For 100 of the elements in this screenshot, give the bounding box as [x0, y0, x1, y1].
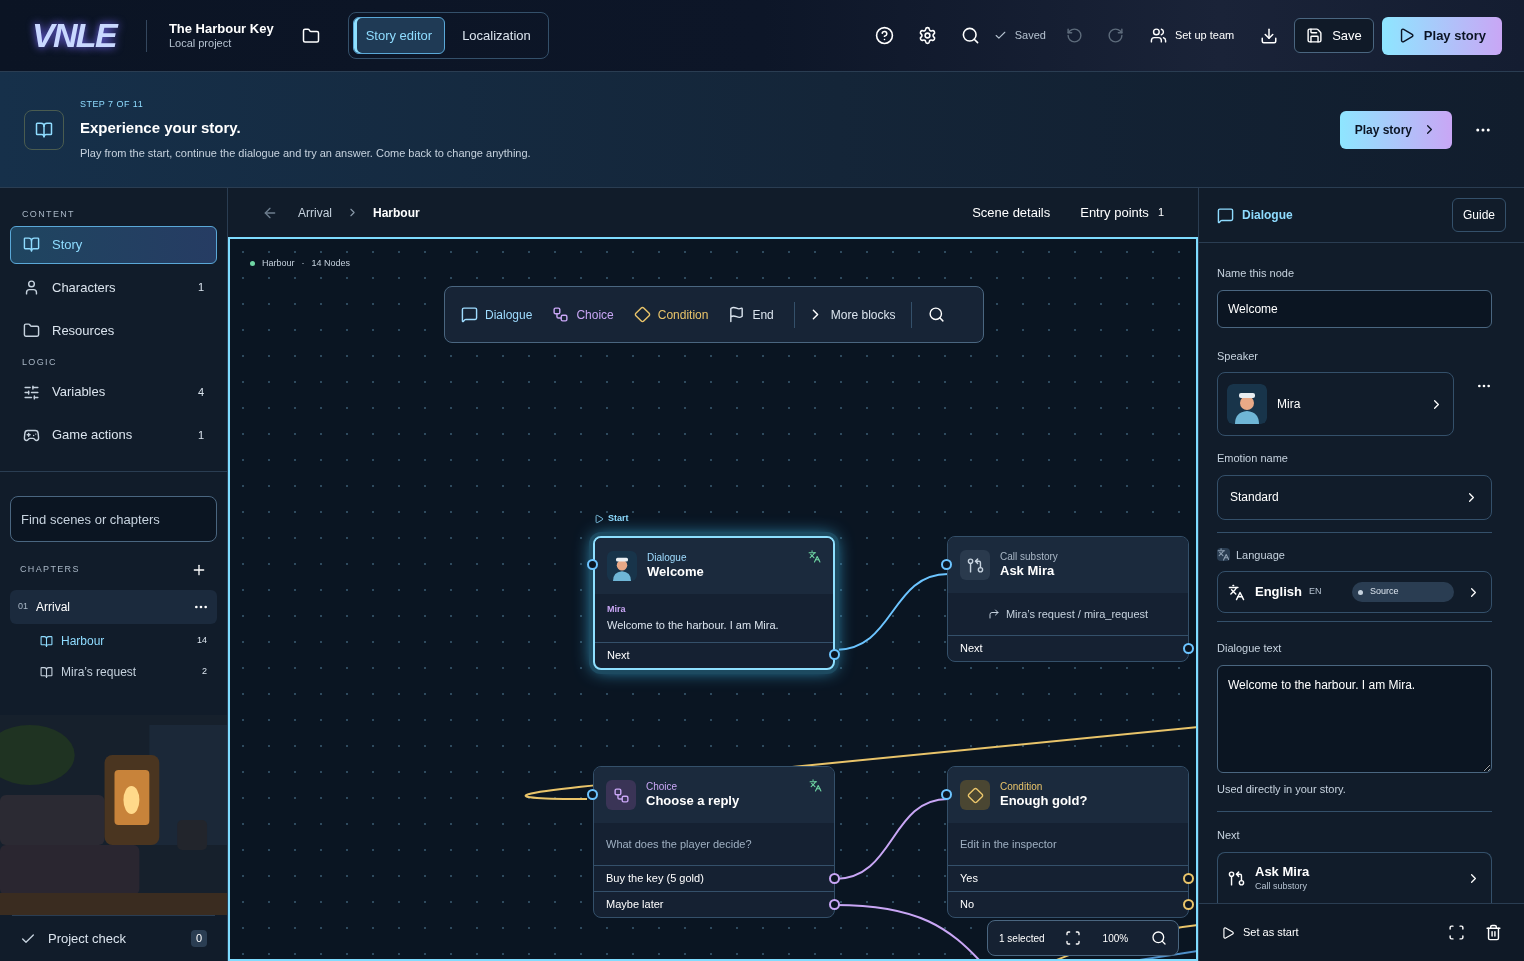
node-title: Ask Mira — [1000, 563, 1056, 580]
mode-tab[interactable]: Story editor — [352, 17, 446, 54]
node-title: Enough gold? — [1000, 793, 1088, 810]
speaker-select[interactable]: Mira — [1217, 372, 1454, 436]
field-label: Next — [1217, 828, 1241, 843]
node-output: Buy the key (5 gold) — [606, 871, 704, 887]
start-label: Start — [608, 512, 629, 525]
search-button[interactable] — [928, 306, 946, 323]
banner-text: Play from the start, continue the dialogue and try an answer. Come back to change anything. — [80, 145, 531, 161]
save-button[interactable]: Save — [1294, 18, 1374, 53]
connection-port[interactable] — [829, 649, 840, 660]
node-prompt: What does the player decide? — [606, 836, 753, 852]
section-heading: LOGIC — [21, 355, 58, 369]
set-start-button[interactable]: Set as start — [1221, 924, 1299, 941]
add-chapter-button[interactable] — [191, 562, 207, 578]
nav-item[interactable]: Resources — [10, 311, 217, 350]
node-name-field[interactable]: Welcome — [1217, 289, 1492, 328]
block-button[interactable]: Condition — [633, 305, 709, 324]
scene-name: Harbour — [262, 257, 295, 270]
block-button[interactable]: Dialogue — [461, 305, 533, 324]
language-select[interactable]: English EN Source — [1217, 571, 1492, 613]
connection-port[interactable] — [587, 789, 598, 800]
dialogue-text-field[interactable]: Welcome to the harbour. I am Mira. — [1217, 664, 1492, 773]
project-title: The Harbour Key — [168, 20, 274, 37]
nav-item[interactable]: Characters 1 — [10, 268, 217, 307]
connection-port[interactable] — [829, 873, 840, 884]
chapter-row[interactable]: 01 Arrival — [10, 590, 217, 624]
connection-port[interactable] — [1183, 643, 1194, 654]
zoom-search-button[interactable] — [1151, 930, 1167, 946]
translate-icon — [1228, 583, 1245, 601]
diamond-icon — [633, 306, 651, 323]
scene-item[interactable]: Harbour 14 — [10, 627, 217, 655]
mode-tab[interactable]: Localization — [449, 17, 544, 54]
node-card[interactable]: Choice Choose a reply What does the player decide? Buy the key (5 gold) Maybe later — [593, 766, 835, 918]
delete-button[interactable] — [1485, 924, 1502, 941]
translate-icon — [808, 550, 821, 563]
block-button[interactable]: Choice — [552, 305, 614, 324]
node-type: Condition — [1000, 780, 1044, 794]
scene-action[interactable]: Scene details — [972, 202, 1051, 223]
zoom-level: 100% — [1102, 931, 1129, 946]
open-folder-button[interactable] — [301, 26, 320, 45]
settings-button[interactable] — [917, 26, 937, 45]
nav-item[interactable]: Variables 4 — [10, 373, 217, 411]
field-label: Dialogue text — [1217, 641, 1283, 656]
node-card[interactable]: Call substory Ask Mira Mira’s request / mira_request Next — [947, 536, 1189, 662]
fit-view-button[interactable] — [1064, 930, 1081, 946]
node-canvas[interactable] — [228, 237, 1198, 961]
sliders-icon — [23, 383, 40, 401]
guide-button[interactable]: Guide — [1451, 198, 1506, 232]
play-story-button[interactable]: Play story — [1381, 16, 1502, 55]
speech-bubble-icon — [461, 306, 478, 323]
connection-port[interactable] — [941, 789, 952, 800]
connection-port[interactable] — [587, 559, 598, 570]
search-button[interactable] — [960, 26, 980, 45]
issue-count: 0 — [190, 930, 207, 947]
node-title: Choose a reply — [646, 793, 740, 810]
nav-item[interactable]: Story — [10, 225, 217, 264]
connection-port[interactable] — [941, 559, 952, 570]
people-icon — [1149, 27, 1167, 44]
branch-icon — [552, 306, 570, 323]
inspector-title: Dialogue — [1242, 207, 1293, 224]
translate-icon — [1217, 548, 1230, 562]
connection-port[interactable] — [829, 899, 840, 910]
avatar-icon — [1227, 384, 1267, 424]
block-button[interactable]: More blocks — [806, 305, 896, 324]
chapter-number: 01 — [18, 600, 28, 614]
help-button[interactable] — [874, 26, 894, 45]
field-label: Speaker — [1217, 348, 1259, 364]
field-help: Used directly in your story. — [1217, 781, 1347, 797]
search-field[interactable]: Find scenes or chapters — [10, 496, 217, 542]
flag-icon — [728, 306, 746, 323]
check-icon — [993, 29, 1007, 42]
book-icon — [40, 634, 53, 648]
field-label: Name this node — [1217, 266, 1296, 281]
step-label: STEP 7 OF 11 — [80, 97, 145, 111]
breadcrumb-item[interactable]: Arrival — [298, 203, 332, 222]
scene-item[interactable]: Mira’s request 2 — [10, 658, 217, 686]
project-subtitle: Local project — [168, 36, 233, 51]
field-label: Language — [1236, 547, 1285, 563]
team-button[interactable]: Set up team — [1149, 27, 1235, 44]
node-type: Choice — [646, 780, 679, 794]
undo-button[interactable] — [1065, 27, 1083, 44]
fit-view-button[interactable] — [1448, 924, 1465, 941]
scene-action[interactable]: Entry points 1 — [1080, 202, 1164, 223]
nav-item[interactable]: Game actions 1 — [10, 416, 217, 454]
book-icon — [24, 109, 64, 150]
node-card[interactable]: Condition Enough gold? Edit in the inspector Yes No — [947, 766, 1189, 918]
connection-port[interactable] — [1183, 873, 1194, 884]
block-button[interactable]: End — [728, 305, 774, 324]
redo-button[interactable] — [1106, 27, 1124, 44]
connection-port[interactable] — [1183, 899, 1194, 910]
branch-icon — [606, 780, 636, 810]
download-button[interactable] — [1260, 26, 1279, 45]
play-story-button[interactable]: Play story — [1339, 110, 1452, 149]
chapter-title: Arrival — [36, 599, 71, 616]
folder-icon — [23, 322, 40, 339]
chapters-heading: CHAPTERS — [20, 563, 80, 577]
emotion-select[interactable]: Standard — [1217, 474, 1492, 520]
node-count: 14 Nodes — [311, 257, 351, 270]
node-output: Yes — [960, 871, 978, 887]
